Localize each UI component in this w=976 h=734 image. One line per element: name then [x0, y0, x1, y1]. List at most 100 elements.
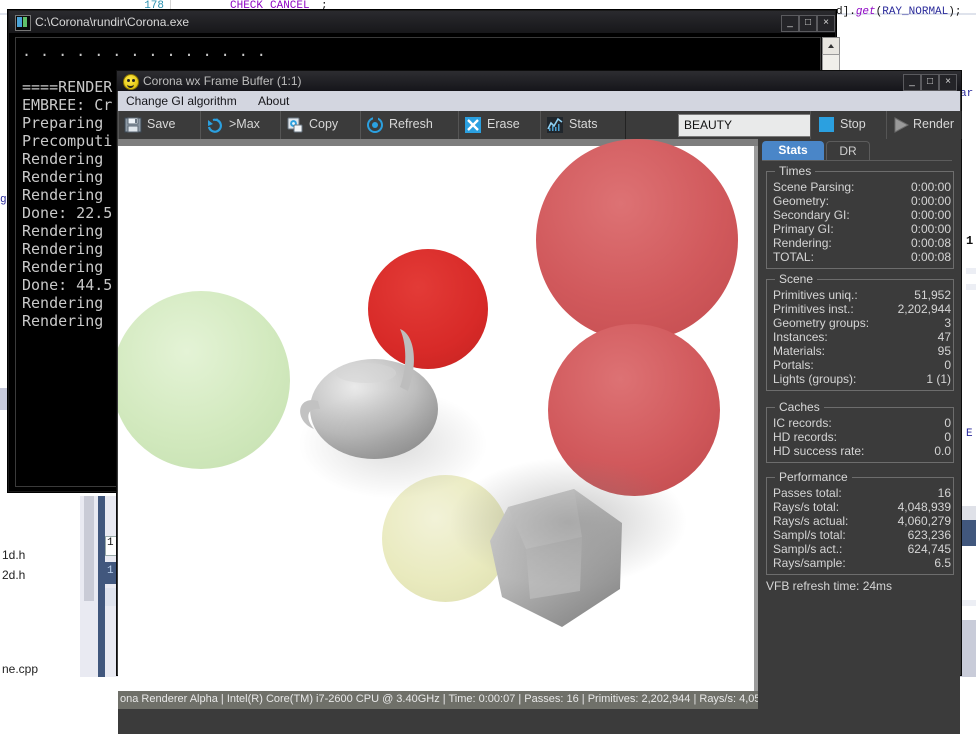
editor-file-1[interactable]: 1d.h: [2, 548, 25, 562]
tab-dr[interactable]: DR: [826, 141, 870, 161]
menu-item-change-gi-algorithm[interactable]: Change GI algorithm: [126, 94, 237, 108]
console-line-14: Rendering: [22, 294, 104, 312]
vfb-bottom-filler: [118, 709, 960, 734]
vfb-title-bar[interactable]: Corona wx Frame Buffer (1:1) _ □ ×: [117, 71, 961, 91]
row-geometry: Geometry: 0:00:00: [773, 194, 951, 208]
row-key: Geometry:: [773, 194, 830, 208]
group-performance-caption: Performance: [775, 470, 852, 484]
row-value: 0: [944, 416, 951, 430]
row-rays-per-sample: Rays/sample: 6.5: [773, 556, 951, 570]
group-scene-caption: Scene: [775, 272, 818, 286]
console-title-bar[interactable]: C:\Corona\rundir\Corona.exe _ □ ×: [9, 11, 835, 33]
row-value: 623,236: [907, 528, 951, 542]
row-value: 47: [937, 330, 951, 344]
vfb-toolbar[interactable]: Save >Max Copy Refresh Erase Stats BEAUT…: [118, 111, 962, 139]
row-value: 1 (1): [926, 372, 951, 386]
editor-file-3[interactable]: ne.cpp: [2, 662, 38, 676]
send-to-max-button[interactable]: >Max: [200, 111, 282, 139]
stop-button[interactable]: Stop: [810, 111, 888, 139]
editor-right-number: 1: [966, 234, 974, 248]
stats-graph-icon: [546, 116, 564, 134]
row-lights: Lights (groups): 1 (1): [773, 372, 951, 386]
editor-file-2[interactable]: 2d.h: [2, 568, 25, 582]
group-caches: Caches IC records: 0 HD records: 0 HD succ…: [766, 400, 954, 463]
row-value: 6.5: [934, 556, 951, 570]
row-value: 51,952: [914, 288, 951, 302]
editor-right-strip-4: [962, 520, 976, 546]
console-line-4: Preparing: [22, 114, 104, 132]
row-key: Rays/s actual:: [773, 514, 849, 528]
row-key: Materials:: [773, 344, 826, 358]
refresh-icon: [366, 116, 384, 134]
stats-button-label: Stats: [569, 117, 598, 131]
erase-button[interactable]: Erase: [458, 111, 542, 139]
console-line-0: . . . . . . . . . . . . . .: [22, 42, 266, 60]
row-key: Passes total:: [773, 486, 842, 500]
row-rays-actual: Rays/s actual: 4,060,279: [773, 514, 951, 528]
vfb-menu-bar[interactable]: Change GI algorithm About: [118, 91, 960, 111]
console-line-15: Rendering: [22, 312, 104, 330]
stop-button-label: Stop: [840, 117, 866, 131]
row-value: 4,060,279: [897, 514, 951, 528]
editor-right-strip-1: [966, 268, 976, 274]
console-minimize-button[interactable]: _: [781, 15, 799, 32]
row-value: 0:00:00: [910, 194, 951, 208]
console-maximize-button[interactable]: □: [799, 15, 817, 32]
row-key: HD records:: [773, 430, 838, 444]
editor-right-strip-3: [962, 506, 976, 520]
row-hd-records: HD records: 0: [773, 430, 951, 444]
row-key: Rendering:: [773, 236, 832, 250]
render-viewport[interactable]: [118, 139, 758, 691]
copy-button[interactable]: Copy: [280, 111, 362, 139]
console-line-3: EMBREE: Cr: [22, 96, 113, 114]
row-value: 2,202,944: [897, 302, 951, 316]
vfb-close-button[interactable]: ×: [939, 74, 957, 91]
editor-panel-scrollbar[interactable]: [84, 496, 94, 601]
row-key: HD success rate:: [773, 444, 865, 458]
editor-right-strip-5: [962, 600, 976, 606]
vfb-status-text: ona Renderer Alpha | Intel(R) Core(TM) i…: [120, 693, 789, 705]
group-performance: Performance Passes total: 16 Rays/s total…: [766, 470, 954, 575]
stats-button[interactable]: Stats: [540, 111, 626, 139]
row-key: IC records:: [773, 416, 832, 430]
menu-item-about[interactable]: About: [258, 94, 289, 108]
row-key: TOTAL:: [773, 250, 814, 264]
row-value: 0:00:08: [910, 250, 951, 264]
stats-panel-tabs[interactable]: Stats DR: [758, 141, 960, 161]
save-button-label: Save: [147, 117, 176, 131]
corona-frame-buffer-window[interactable]: Corona wx Frame Buffer (1:1) _ □ × Chang…: [116, 70, 962, 734]
erase-icon: [464, 116, 482, 134]
editor-right-letter: E: [966, 428, 973, 440]
row-primary-gi: Primary GI: 0:00:00: [773, 222, 951, 236]
play-triangle-icon: [892, 116, 910, 134]
group-caches-caption: Caches: [775, 400, 824, 414]
console-close-button[interactable]: ×: [817, 15, 835, 32]
row-sampl-act: Sampl/s act.: 624,745: [773, 542, 951, 556]
console-line-12: Rendering: [22, 258, 104, 276]
row-key: Portals:: [773, 358, 814, 372]
row-key: Secondary GI:: [773, 208, 850, 222]
console-title-text: C:\Corona\rundir\Corona.exe: [35, 15, 190, 29]
vfb-minimize-button[interactable]: _: [903, 74, 921, 91]
row-primitives-inst: Primitives inst.: 2,202,944: [773, 302, 951, 316]
row-key: Geometry groups:: [773, 316, 870, 330]
row-key: Primary GI:: [773, 222, 834, 236]
row-key: Scene Parsing:: [773, 180, 855, 194]
refresh-button[interactable]: Refresh: [360, 111, 460, 139]
render-button[interactable]: Render: [886, 111, 962, 139]
editor-panel-field-1-text: 1: [107, 537, 114, 549]
row-total: TOTAL: 0:00:08: [773, 250, 951, 264]
save-button[interactable]: Save: [118, 111, 202, 139]
stats-panel[interactable]: Stats DR Times Scene Parsing: 0:00:00 Geo…: [758, 139, 960, 709]
row-primitives-uniq: Primitives uniq.: 51,952: [773, 288, 951, 302]
tab-stats[interactable]: Stats: [762, 141, 824, 160]
tabs-underline: [762, 160, 952, 161]
vfb-status-bar: ona Renderer Alpha | Intel(R) Core(TM) i…: [118, 691, 788, 709]
console-scroll-up-button[interactable]: [822, 37, 840, 55]
erase-button-label: Erase: [487, 117, 520, 131]
stop-square-icon: [819, 117, 834, 132]
vfb-maximize-button[interactable]: □: [921, 74, 939, 91]
row-value: 0:00:00: [910, 208, 951, 222]
render-shadow-2: [298, 389, 488, 499]
row-key: Instances:: [773, 330, 828, 344]
